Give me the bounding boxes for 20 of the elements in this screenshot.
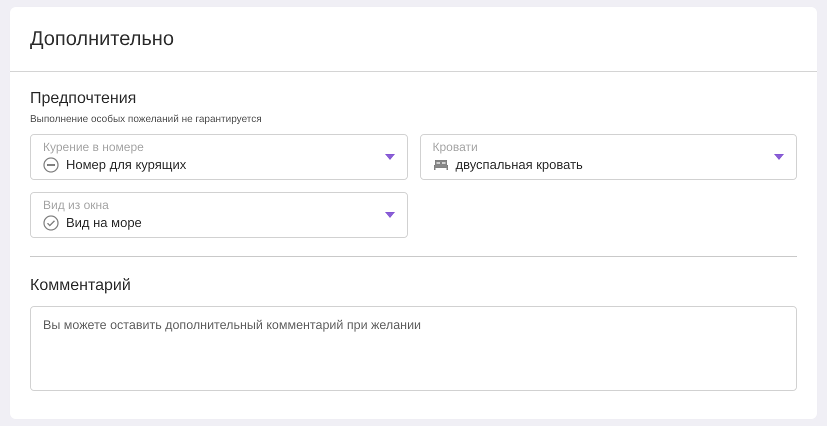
- dropdown-caret-icon: [384, 154, 394, 160]
- preferences-heading: Предпочтения: [30, 89, 138, 109]
- select-value: двуспальная кровать: [456, 157, 583, 173]
- dropdown-caret-icon: [384, 212, 394, 218]
- comment-heading: Комментарий: [30, 276, 132, 296]
- bed-icon: [432, 158, 448, 172]
- select-label: Кровати: [432, 140, 478, 154]
- select-label: Вид из окна: [43, 198, 109, 212]
- select-field[interactable]: Кровати двуспальная кровать: [420, 134, 797, 180]
- select-field[interactable]: Вид из окна Вид на море: [30, 192, 408, 238]
- no-entry-icon: [43, 157, 59, 173]
- preferences-note: Выполнение особых пожеланий не гарантируется: [30, 114, 263, 126]
- select-value: Вид на море: [66, 215, 142, 231]
- select-value: Номер для курящих: [66, 157, 186, 173]
- select-label: Курение в номере: [43, 140, 144, 154]
- section-title: Дополнительно: [30, 27, 174, 52]
- comment-field[interactable]: Вы можете оставить дополнительный комментарий при желании: [30, 306, 797, 391]
- select-field[interactable]: Курение в номере Номер для курящих: [30, 134, 408, 180]
- check-circle-icon: [43, 215, 59, 231]
- dropdown-caret-icon: [774, 154, 784, 160]
